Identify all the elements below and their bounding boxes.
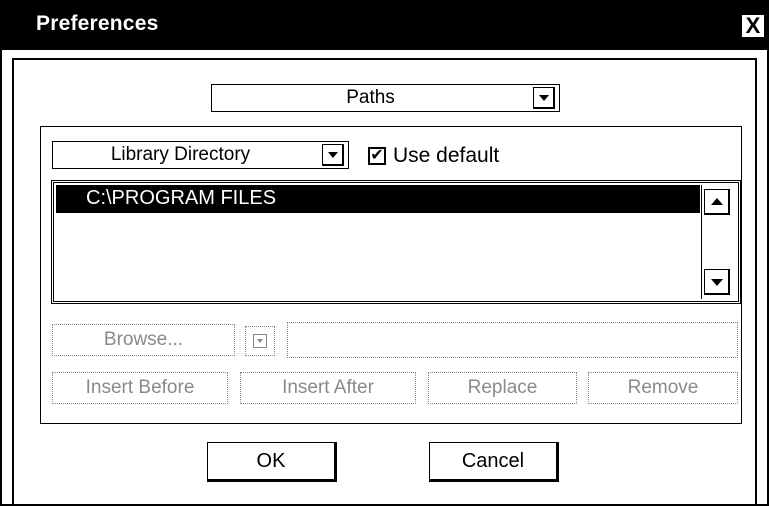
list-item[interactable]: C:\PROGRAM FILES	[56, 185, 700, 213]
directory-select[interactable]: Library Directory	[52, 141, 349, 169]
replace-button[interactable]: Replace	[428, 372, 577, 404]
path-input[interactable]	[287, 322, 738, 358]
close-icon: X	[745, 13, 761, 38]
directory-select-value: Library Directory	[110, 144, 251, 165]
use-default-checkbox[interactable]: ✔	[368, 147, 386, 165]
arrow-up-icon	[711, 198, 723, 205]
directory-dropdown-button[interactable]	[322, 144, 344, 166]
chevron-down-icon	[328, 152, 338, 158]
path-listbox[interactable]: C:\PROGRAM FILES	[51, 180, 741, 304]
window-title: Preferences	[36, 12, 159, 35]
category-select[interactable]: Paths	[211, 84, 560, 112]
preferences-dialog: Preferences X Paths Library Directory ✔ …	[0, 0, 769, 506]
chevron-down-icon	[539, 95, 549, 101]
cancel-button[interactable]: Cancel	[429, 442, 559, 482]
category-dropdown-button[interactable]	[533, 87, 555, 109]
arrow-down-icon	[711, 279, 723, 286]
remove-button[interactable]: Remove	[588, 372, 738, 404]
ok-button[interactable]: OK	[207, 442, 337, 482]
close-button[interactable]: X	[741, 14, 765, 38]
scroll-up-button[interactable]	[704, 189, 730, 215]
browse-button[interactable]: Browse...	[52, 324, 235, 356]
chevron-down-icon	[257, 339, 263, 343]
category-select-value: Paths	[346, 87, 395, 108]
path-history-dropdown[interactable]	[245, 326, 275, 356]
list-item-label: C:\PROGRAM FILES	[86, 187, 277, 209]
insert-after-button[interactable]: Insert After	[240, 372, 416, 404]
list-scrollbar[interactable]	[701, 185, 736, 299]
insert-before-button[interactable]: Insert Before	[52, 372, 228, 404]
use-default-label[interactable]: Use default	[393, 144, 499, 168]
dropdown-box	[253, 334, 267, 348]
checkmark-icon: ✔	[370, 147, 384, 164]
title-bar[interactable]: Preferences X	[2, 2, 767, 50]
scroll-down-button[interactable]	[704, 269, 730, 295]
